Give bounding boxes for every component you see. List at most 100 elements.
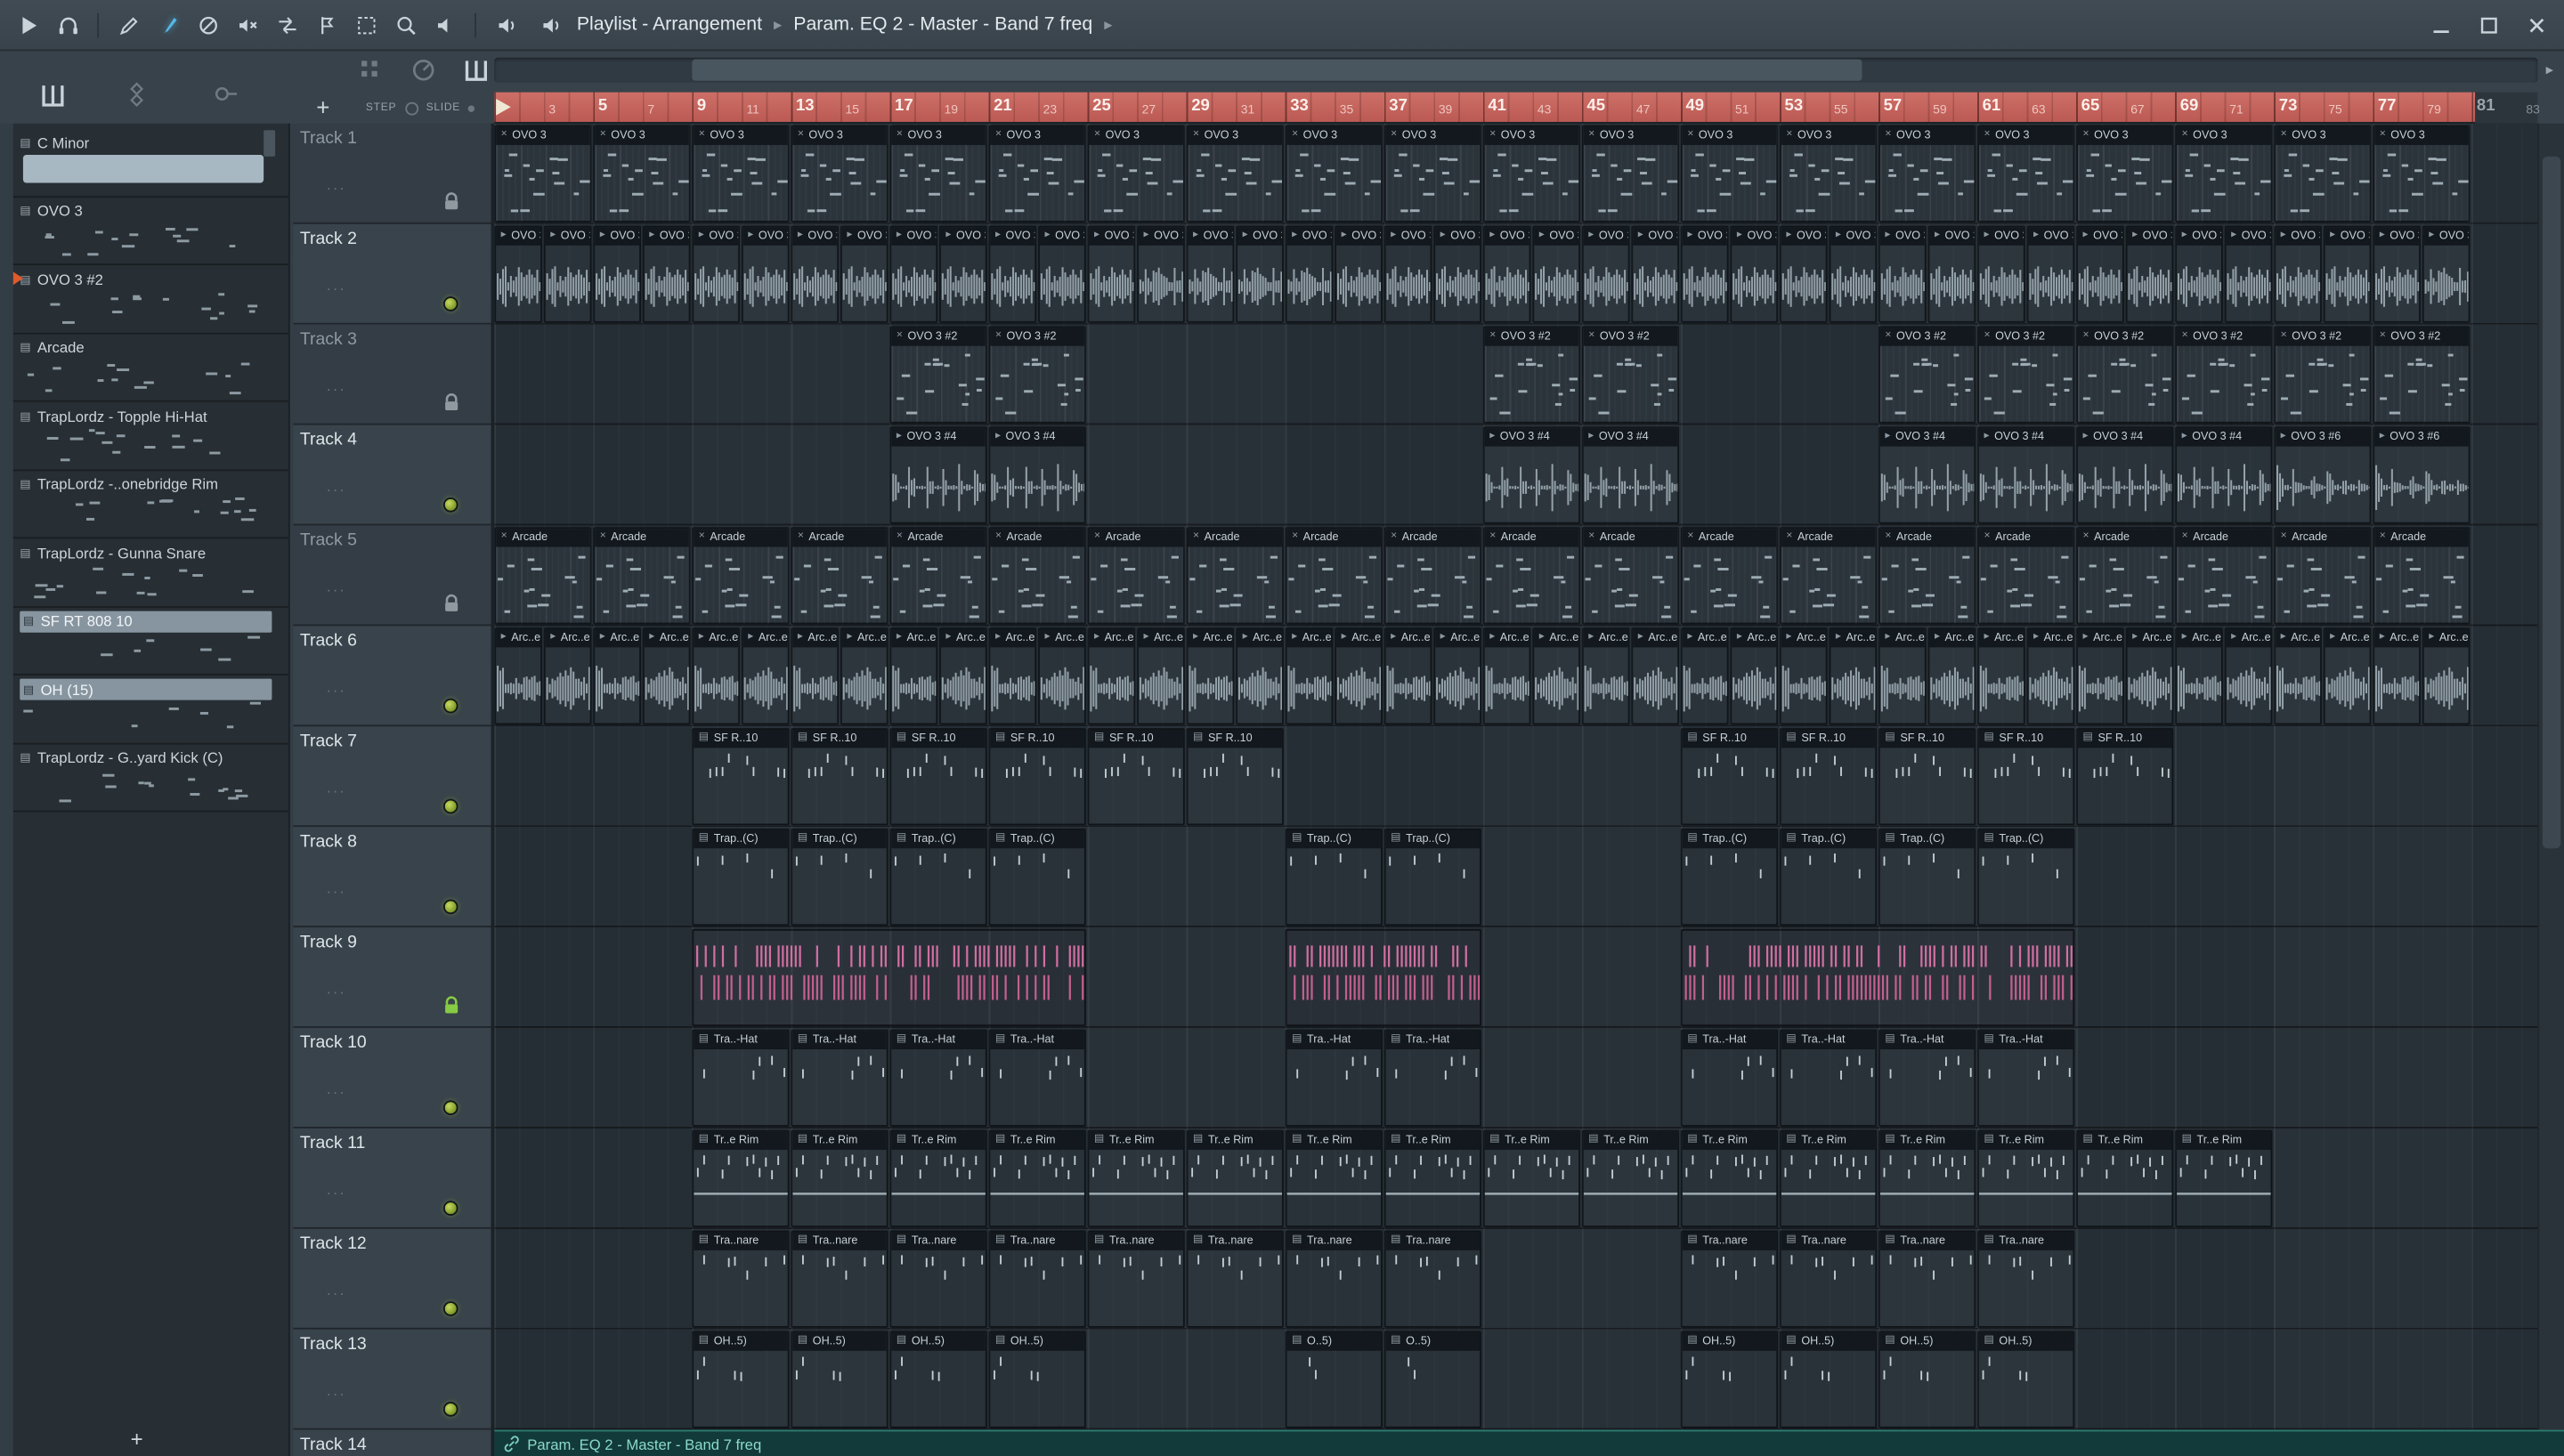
picker-filter-icon[interactable] xyxy=(211,79,240,109)
playlist-clip[interactable]: ▤ Tra..nare xyxy=(1878,1230,1976,1328)
playlist-clip[interactable]: ▤ SF R..10 xyxy=(791,727,888,825)
playlist-clip[interactable]: ▤ Tra..-Hat xyxy=(1680,1029,1779,1127)
track-options[interactable]: ··· xyxy=(326,381,345,398)
playlist-clip[interactable]: ▤ O..5) xyxy=(1285,1331,1383,1428)
playlist-clip[interactable]: ▸Arc..e #2 xyxy=(1236,627,1284,724)
playlist-clip[interactable]: ▸OVO 3 #3 xyxy=(1532,225,1581,323)
playlist-clip[interactable]: ▸Arc..e #3 xyxy=(1087,627,1136,724)
playlist-clip[interactable]: × OVO 3 xyxy=(1878,125,1976,222)
playlist-clip[interactable]: ▸Arc..e #3 xyxy=(791,627,840,724)
track-options[interactable]: ··· xyxy=(326,983,345,1000)
track-enable-led[interactable] xyxy=(442,1402,458,1417)
playlist-clip[interactable]: ▸OVO 3 #3 xyxy=(1680,225,1729,323)
track-enable-led[interactable] xyxy=(442,1100,458,1116)
playlist-clip[interactable]: × Arcade xyxy=(2373,526,2471,625)
playlist-clip[interactable]: ▤ Tr..e Rim xyxy=(1680,1129,1779,1227)
slip-tool-icon[interactable] xyxy=(114,10,143,39)
playlist-clip[interactable]: × OVO 3 xyxy=(2274,125,2372,222)
lock-icon[interactable] xyxy=(442,593,461,614)
playlist-clip[interactable]: ▤ SF R..10 xyxy=(1977,727,2075,825)
playlist-clip[interactable]: ▸Arc..e #3 xyxy=(1285,627,1334,724)
playlist-clip[interactable]: ▸OVO 3 #3 xyxy=(2274,225,2322,323)
playlist-clip[interactable]: ▤ Tra..-Hat xyxy=(791,1029,888,1127)
playlist-clip[interactable]: ▸Arc..e #3 xyxy=(1977,627,2025,724)
playlist-clip[interactable]: × OVO 3 xyxy=(1383,125,1481,222)
playlist-clip[interactable]: ▸OVO 3 #5 xyxy=(2422,225,2471,323)
playlist-clip[interactable]: ▸Arc..e #2 xyxy=(840,627,888,724)
add-pattern-button[interactable]: + xyxy=(306,93,339,124)
playlist-clip[interactable]: ▤ Tr..e Rim xyxy=(1285,1129,1383,1227)
picker-item[interactable]: ▤ SF RT 808 10 xyxy=(12,607,288,675)
playlist-clip[interactable]: ▸Arc..e #2 xyxy=(1829,627,1878,724)
playlist-clip[interactable]: ▸Arc..e #2 xyxy=(642,627,691,724)
lock-green-icon[interactable] xyxy=(442,995,461,1016)
playlist-clip[interactable]: ▸Arc..e #2 xyxy=(1927,627,1976,724)
playlist-clip[interactable]: × Arcade xyxy=(1285,526,1383,625)
playlist-clip[interactable]: × Arcade xyxy=(889,526,987,625)
picker-item[interactable]: ▤ OVO 3 #2 xyxy=(12,265,288,334)
playlist-clip[interactable]: ▤ Tr..e Rim xyxy=(988,1129,1086,1227)
playlist-clip[interactable]: ▸Arc..e #3 xyxy=(1878,627,1927,724)
playlist-clip[interactable]: ▸Arc..e #2 xyxy=(2125,627,2174,724)
playlist-clip[interactable]: ▤ Trap..(C) xyxy=(988,828,1086,926)
picker-item[interactable]: ▤ TrapLordz -..onebridge Rim xyxy=(12,470,288,539)
track-options[interactable]: ··· xyxy=(326,883,345,900)
playlist-clip[interactable]: ▸Arc..e #2 xyxy=(1038,627,1086,724)
keyboard-icon[interactable] xyxy=(461,54,491,84)
playlist-clip[interactable]: ▤ Trap..(C) xyxy=(1680,828,1779,926)
step-label[interactable]: STEP xyxy=(366,102,396,114)
playlist-clip[interactable]: ▸Arc..e #3 xyxy=(1680,627,1729,724)
playlist-clip[interactable]: ▤ Tra..nare xyxy=(889,1230,987,1328)
playlist-clip[interactable]: ▤ Tr..e Rim xyxy=(1482,1129,1581,1227)
track-options[interactable]: ··· xyxy=(326,280,345,297)
playlist-clip[interactable]: × OVO 3 xyxy=(988,125,1086,222)
track-header[interactable]: Track 12 ··· xyxy=(293,1229,491,1330)
playlist-clip[interactable]: ▸OVO 3 #3 xyxy=(1433,225,1481,323)
playlist-clip[interactable]: ▤ Tr..e Rim xyxy=(1087,1129,1185,1227)
picker-add-button[interactable]: + xyxy=(122,1427,151,1452)
track-header[interactable]: Track 13 ··· xyxy=(293,1330,491,1430)
playlist-clip[interactable]: ▤ Tr..e Rim xyxy=(1186,1129,1284,1227)
playlist-clip[interactable]: ▤ OH..5) xyxy=(988,1331,1086,1428)
playlist-clip[interactable]: × OVO 3 #2 xyxy=(988,326,1086,424)
playlist-clip[interactable]: ▸OVO 3 #5 xyxy=(1186,225,1235,323)
playlist-clip[interactable]: ▸Arc..e #2 xyxy=(1532,627,1581,724)
playlist-clip[interactable]: ▸Arc..e #3 xyxy=(1482,627,1531,724)
playlist-clip[interactable]: ▸Arc..e #3 xyxy=(1581,627,1630,724)
timeline-ruler[interactable]: 3 5 7 9 11 13 15 17 19 21 23 25 27 29 31 33 35 37 39 41 43 45… xyxy=(494,92,2540,124)
track-options[interactable]: ··· xyxy=(326,1084,345,1101)
playlist-clip[interactable]: × Arcade xyxy=(1779,526,1878,625)
playlist-clip[interactable]: ▸Arc..e #3 xyxy=(2076,627,2124,724)
playlist-clip[interactable]: ▸Arc..e #3 xyxy=(1779,627,1828,724)
playlist-clip[interactable]: × OVO 3 #2 xyxy=(889,326,987,424)
playlist-clip[interactable]: ▸OVO 3 #3 xyxy=(840,225,888,323)
playlist-clip[interactable]: × OVO 3 xyxy=(593,125,691,222)
track-header[interactable]: Track 10 ··· xyxy=(293,1028,491,1128)
playlist-clip[interactable]: ▤ Tra..-Hat xyxy=(1285,1029,1383,1127)
playlist-clip[interactable]: ▸OVO 3 #3 xyxy=(939,225,987,323)
playlist-clip[interactable]: ▸ OVO 3 #6 xyxy=(2274,425,2372,524)
picker-item[interactable]: ▤ TrapLordz - Gunna Snare xyxy=(12,538,288,608)
playlist-clip[interactable]: × OVO 3 xyxy=(791,125,888,222)
playlist-clip[interactable]: ▤ SF R..10 xyxy=(2076,727,2174,825)
playlist-clip[interactable]: × OVO 3 #2 xyxy=(2076,326,2174,424)
track-options[interactable]: ··· xyxy=(326,180,345,197)
playlist-clip[interactable]: ▸Arc..e #2 xyxy=(1631,627,1680,724)
playlist-clip[interactable]: ▤ Tra..nare xyxy=(1779,1230,1878,1328)
playlist-clip[interactable]: ▸OVO 3 #3 xyxy=(1631,225,1680,323)
playlist-clip[interactable]: ▤ Tr..e Rim xyxy=(791,1129,888,1227)
track-header[interactable]: Track 11 ··· xyxy=(293,1128,491,1229)
playlist-clip[interactable]: ▸OVO 3 #3 xyxy=(2323,225,2372,323)
track-options[interactable]: ··· xyxy=(326,481,345,497)
playlist-clip[interactable]: × Arcade xyxy=(1186,526,1284,625)
picker-plugins-icon[interactable] xyxy=(122,79,151,109)
playlist-clip[interactable]: ▤ OH..5) xyxy=(1878,1331,1976,1428)
playlist-clip[interactable]: ▸OVO 3 #3 xyxy=(1730,225,1779,323)
playlist-clip[interactable]: ▤ Tr..e Rim xyxy=(2076,1129,2174,1227)
playlist-clip[interactable]: ▤ Trap..(C) xyxy=(1878,828,1976,926)
playlist-clip[interactable]: × OVO 3 xyxy=(1977,125,2075,222)
playlist-clip[interactable]: × OVO 3 xyxy=(2076,125,2174,222)
playlist-clip[interactable]: ▤ Tra..-Hat xyxy=(988,1029,1086,1127)
playlist-clip[interactable]: ▤ SF R..10 xyxy=(1186,727,1284,825)
playlist-clip[interactable]: ▤ SF R..10 xyxy=(692,727,790,825)
